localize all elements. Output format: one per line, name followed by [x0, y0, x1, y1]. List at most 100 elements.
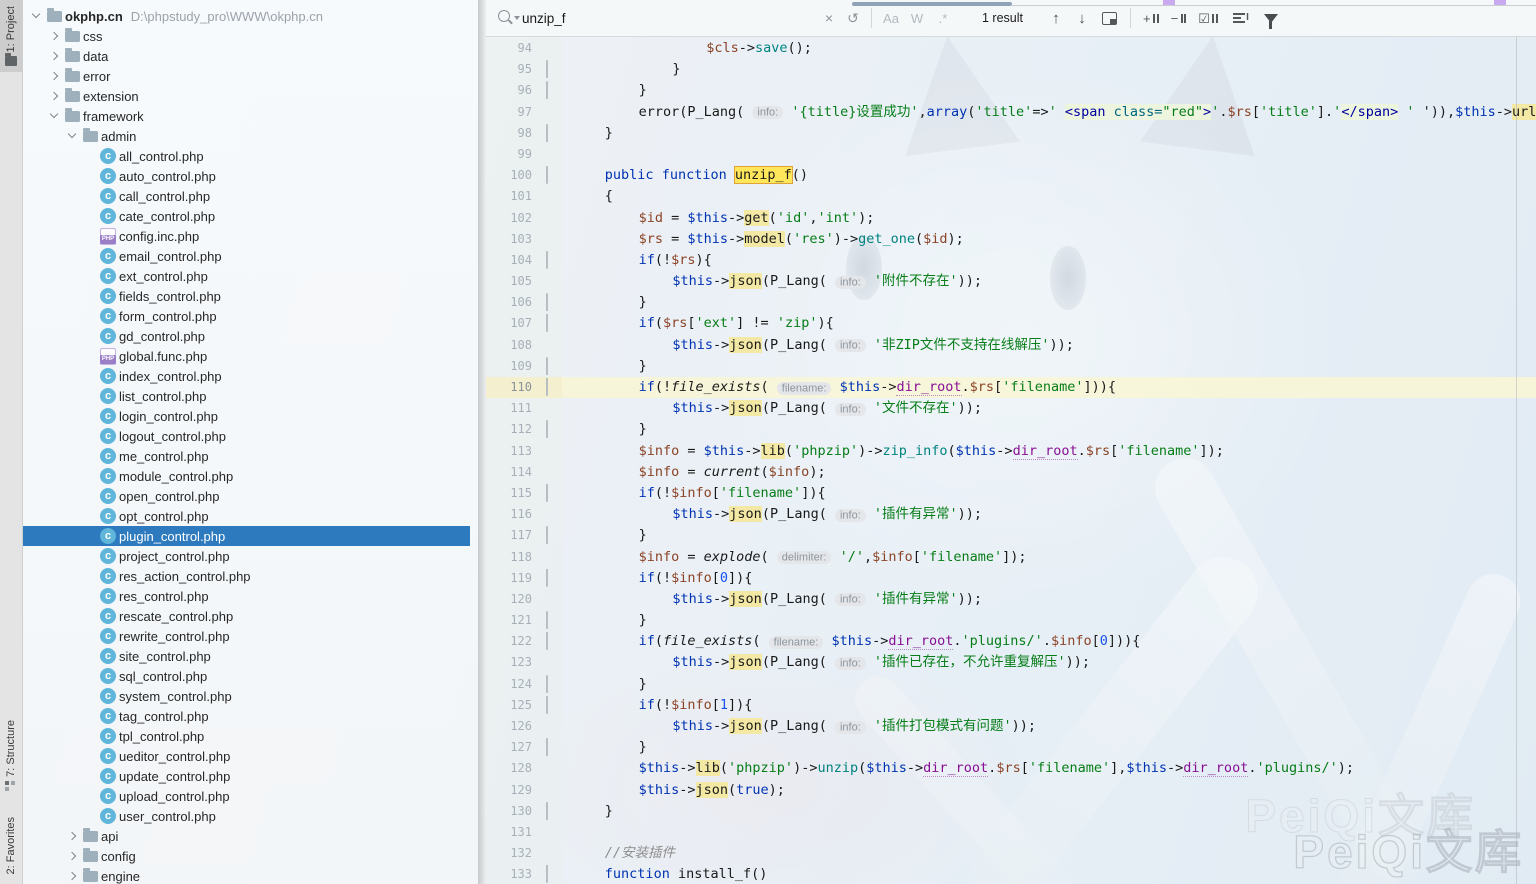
code-line-104[interactable]: 104if(!$rs){: [486, 250, 1536, 271]
fold-start-icon[interactable]: [546, 378, 548, 396]
words-toggle[interactable]: W: [904, 11, 930, 26]
tree-item-global-func-php[interactable]: global.func.php: [22, 346, 470, 366]
tree-item-system-control-php[interactable]: csystem_control.php: [22, 686, 470, 706]
chevron-right-icon[interactable]: [64, 848, 81, 864]
code-line-131[interactable]: 131: [486, 822, 1536, 843]
fold-end-icon[interactable]: [546, 124, 548, 142]
fold-end-icon[interactable]: [546, 420, 548, 438]
code-line-109[interactable]: 109}: [486, 356, 1536, 377]
code-line-121[interactable]: 121}: [486, 610, 1536, 631]
tree-item-site-control-php[interactable]: csite_control.php: [22, 646, 470, 666]
tree-item-upload-control-php[interactable]: cupload_control.php: [22, 786, 470, 806]
fold-end-icon[interactable]: [546, 526, 548, 544]
code-line-111[interactable]: 111$this->json(P_Lang( info: '文件不存在'));: [486, 398, 1536, 419]
tree-item-open-control-php[interactable]: copen_control.php: [22, 486, 470, 506]
fold-start-icon[interactable]: [546, 314, 548, 332]
code-line-124[interactable]: 124}: [486, 674, 1536, 695]
code-line-108[interactable]: 108$this->json(P_Lang( info: '非ZIP文件不支持在…: [486, 335, 1536, 356]
code-line-97[interactable]: 97error(P_Lang( info: '{title}设置成功',arra…: [486, 102, 1536, 123]
tree-item-res-action-control-php[interactable]: cres_action_control.php: [22, 566, 470, 586]
tree-item-config-inc-php[interactable]: config.inc.php: [22, 226, 470, 246]
code-line-114[interactable]: 114$info = current($info);: [486, 462, 1536, 483]
select-all-occurrences-icon[interactable]: ☑: [1198, 12, 1218, 25]
code-line-133[interactable]: 133function install_f(): [486, 864, 1536, 884]
code-line-129[interactable]: 129$this->json(true);: [486, 780, 1536, 801]
code-line-120[interactable]: 120$this->json(P_Lang( info: '插件有异常'));: [486, 589, 1536, 610]
fold-end-icon[interactable]: [546, 611, 548, 629]
code-line-113[interactable]: 113$info = $this->lib('phpzip')->zip_inf…: [486, 441, 1536, 462]
chevron-right-icon[interactable]: [46, 88, 63, 104]
tree-item-project-control-php[interactable]: cproject_control.php: [22, 546, 470, 566]
tree-item-framework[interactable]: framework: [22, 106, 470, 126]
code-line-122[interactable]: 122if(file_exists( filename: $this->dir_…: [486, 631, 1536, 652]
tree-item-cate-control-php[interactable]: ccate_control.php: [22, 206, 470, 226]
tree-item-form-control-php[interactable]: cform_control.php: [22, 306, 470, 326]
tree-item-fields-control-php[interactable]: cfields_control.php: [22, 286, 470, 306]
chevron-down-icon[interactable]: [64, 128, 81, 144]
tree-item-rewrite-control-php[interactable]: crewrite_control.php: [22, 626, 470, 646]
tree-item-update-control-php[interactable]: cupdate_control.php: [22, 766, 470, 786]
search-input[interactable]: unzip_f: [522, 11, 817, 26]
horizontal-scrollbar-thumb[interactable]: [852, 2, 1012, 6]
code-line-119[interactable]: 119if(!$info[0]){: [486, 568, 1536, 589]
code-line-125[interactable]: 125if(!$info[1]){: [486, 695, 1536, 716]
code-line-117[interactable]: 117}: [486, 525, 1536, 546]
code-editor[interactable]: 94$cls->save();95}96}97error(P_Lang( inf…: [486, 36, 1536, 884]
tree-item-gd-control-php[interactable]: cgd_control.php: [22, 326, 470, 346]
tree-item-auto-control-php[interactable]: cauto_control.php: [22, 166, 470, 186]
code-line-107[interactable]: 107if($rs['ext'] != 'zip'){: [486, 313, 1536, 334]
tree-item-data[interactable]: data: [22, 46, 470, 66]
filter-lines-icon[interactable]: [1233, 12, 1245, 24]
code-line-94[interactable]: 94$cls->save();: [486, 38, 1536, 59]
chevron-right-icon[interactable]: [64, 868, 81, 884]
previous-occurrence-button[interactable]: ↑: [1043, 10, 1069, 27]
remove-selection-icon[interactable]: −: [1171, 12, 1187, 25]
code-line-128[interactable]: 128$this->lib('phpzip')->unzip($this->di…: [486, 758, 1536, 779]
editor-scrollbar-track[interactable]: [1516, 36, 1517, 884]
code-line-118[interactable]: 118$info = explode( delimiter: '/',$info…: [486, 547, 1536, 568]
add-selection-icon[interactable]: +: [1143, 12, 1159, 25]
code-line-132[interactable]: 132//安装插件: [486, 843, 1536, 864]
tool-window-project-button[interactable]: 1: Project: [0, 0, 22, 72]
tree-item-okphp-cn[interactable]: okphp.cnD:\phpstudy_pro\WWW\okphp.cn: [22, 6, 470, 26]
tree-item-res-control-php[interactable]: cres_control.php: [22, 586, 470, 606]
code-line-101[interactable]: 101{: [486, 186, 1536, 207]
tree-item-login-control-php[interactable]: clogin_control.php: [22, 406, 470, 426]
tree-item-ext-control-php[interactable]: cext_control.php: [22, 266, 470, 286]
fold-start-icon[interactable]: [546, 632, 548, 650]
fold-start-icon[interactable]: [546, 696, 548, 714]
panel-splitter[interactable]: [478, 0, 486, 884]
tree-item-sql-control-php[interactable]: csql_control.php: [22, 666, 470, 686]
code-line-98[interactable]: 98}: [486, 123, 1536, 144]
tree-item-call-control-php[interactable]: ccall_control.php: [22, 186, 470, 206]
tree-item-all-control-php[interactable]: call_control.php: [22, 146, 470, 166]
tree-item-plugin-control-php[interactable]: cplugin_control.php: [22, 526, 470, 546]
chevron-down-icon[interactable]: [46, 108, 63, 124]
code-line-116[interactable]: 116$this->json(P_Lang( info: '插件有异常'));: [486, 504, 1536, 525]
tree-item-index-control-php[interactable]: cindex_control.php: [22, 366, 470, 386]
next-occurrence-button[interactable]: ↓: [1069, 10, 1095, 27]
tree-item-css[interactable]: css: [22, 26, 470, 46]
code-line-100[interactable]: 100public function unzip_f(): [486, 165, 1536, 186]
chevron-right-icon[interactable]: [46, 28, 63, 44]
tree-item-user-control-php[interactable]: cuser_control.php: [22, 806, 470, 826]
tool-window-favorites-button[interactable]: 2: Favorites: [0, 811, 22, 880]
fold-end-icon[interactable]: [546, 60, 548, 78]
code-line-95[interactable]: 95}: [486, 59, 1536, 80]
code-line-112[interactable]: 112}: [486, 419, 1536, 440]
fold-end-icon[interactable]: [546, 738, 548, 756]
close-icon[interactable]: ×: [817, 10, 841, 26]
code-line-106[interactable]: 106}: [486, 292, 1536, 313]
tree-item-api[interactable]: api: [22, 826, 470, 846]
code-line-115[interactable]: 115if(!$info['filename']){: [486, 483, 1536, 504]
filter-funnel-icon[interactable]: [1264, 14, 1278, 23]
tree-item-ueditor-control-php[interactable]: cueditor_control.php: [22, 746, 470, 766]
tree-item-opt-control-php[interactable]: copt_control.php: [22, 506, 470, 526]
chevron-down-icon[interactable]: [28, 8, 45, 24]
fold-start-icon[interactable]: [546, 166, 548, 184]
tree-item-me-control-php[interactable]: cme_control.php: [22, 446, 470, 466]
fold-start-icon[interactable]: [546, 865, 548, 883]
code-line-110[interactable]: 110if(!file_exists( filename: $this->dir…: [486, 377, 1536, 398]
fold-end-icon[interactable]: [546, 357, 548, 375]
fold-start-icon[interactable]: [546, 484, 548, 502]
